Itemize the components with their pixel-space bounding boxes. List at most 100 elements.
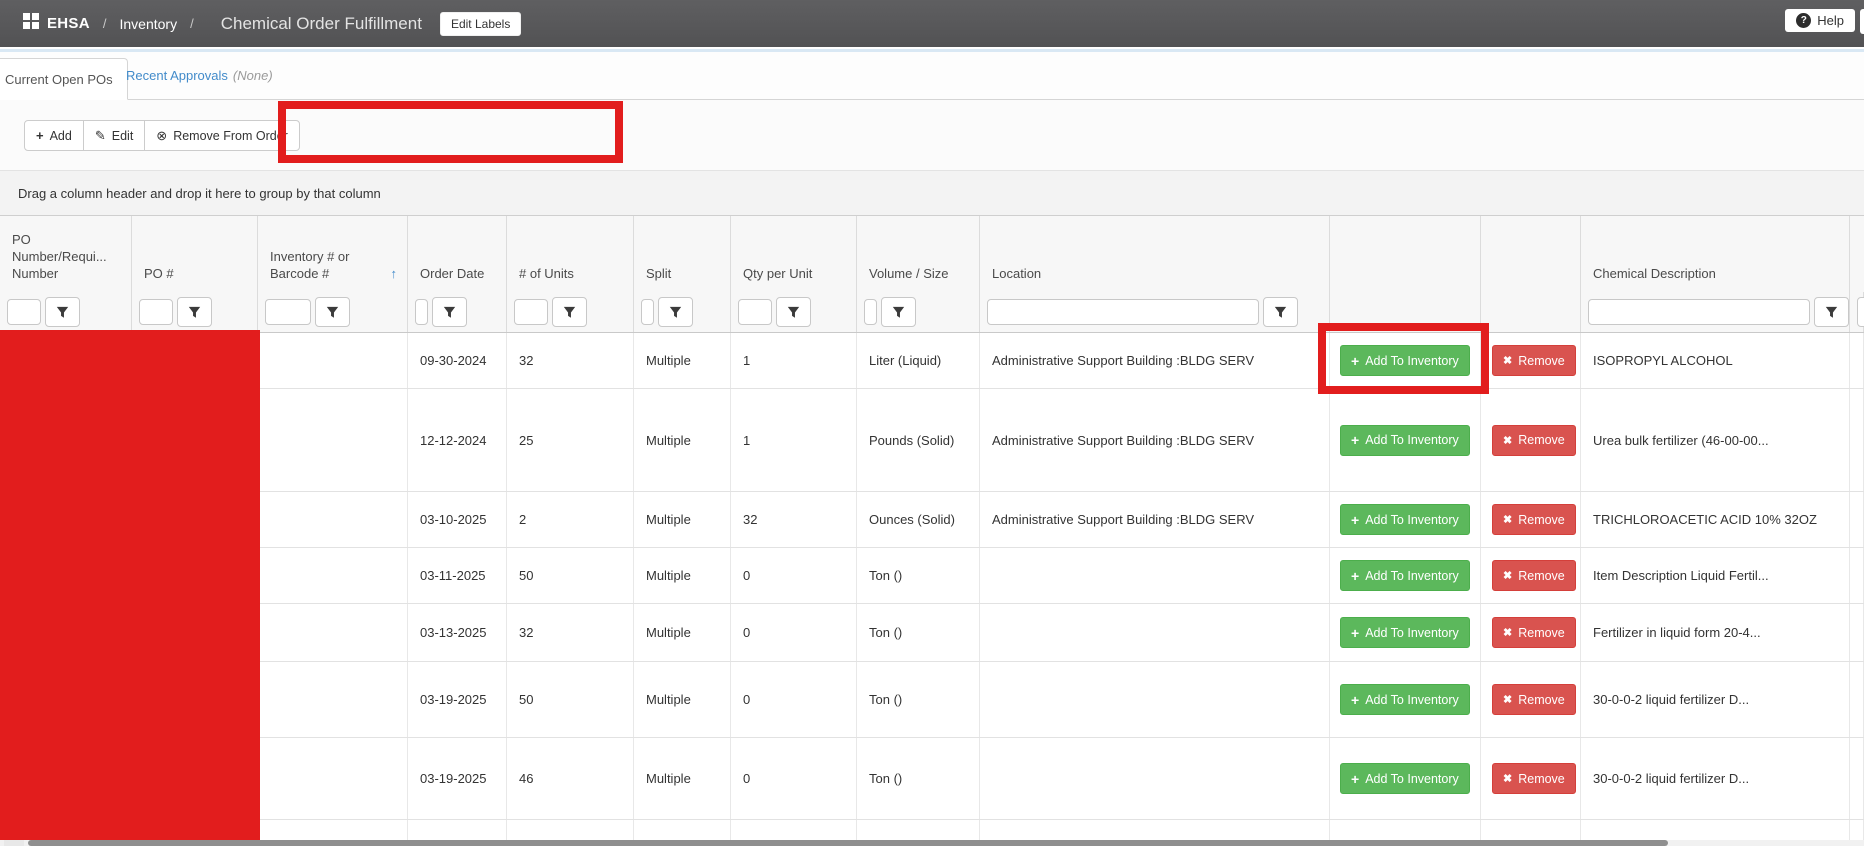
cell-volume-size: Ton () (857, 738, 980, 819)
circle-x-icon: ⊗ (156, 128, 167, 144)
column-header-location[interactable]: Location (980, 216, 1330, 292)
filter-input[interactable] (1588, 299, 1810, 325)
add-to-inventory-button[interactable]: +Add To Inventory (1340, 560, 1470, 591)
table-row[interactable]: 03-10-20252Multiple32Ounces (Solid)Admin… (0, 492, 1864, 548)
column-header-chemical-description[interactable]: Chemical Description (1581, 216, 1850, 292)
remove-button[interactable]: ✖Remove (1492, 617, 1576, 648)
remove-button[interactable]: ✖Remove (1492, 345, 1576, 376)
cell-empty (258, 548, 408, 603)
filter-input[interactable] (987, 299, 1259, 325)
filter-funnel-button[interactable] (315, 297, 350, 327)
cell-empty (1850, 548, 1864, 603)
x-icon: ✖ (1503, 569, 1512, 582)
column-header-inventory-or-barcode[interactable]: Inventory # or Barcode #↑ (258, 216, 408, 292)
cell-empty (507, 820, 634, 840)
table-row[interactable]: 03-19-202550Multiple0Ton ()+Add To Inven… (0, 662, 1864, 738)
remove-button[interactable]: ✖Remove (1492, 684, 1576, 715)
breadcrumb-inventory[interactable]: Inventory (120, 16, 178, 32)
filter-input[interactable] (7, 299, 41, 325)
funnel-icon (1274, 306, 1287, 319)
cell-empty (258, 333, 408, 388)
add-to-inventory-button[interactable]: +Add To Inventory (1340, 345, 1470, 376)
add-button[interactable]: + Add (24, 120, 84, 151)
add-to-inventory-button[interactable]: +Add To Inventory (1340, 504, 1470, 535)
scrollbar-left-arrow[interactable] (4, 840, 24, 846)
filter-cell (1850, 292, 1864, 332)
filter-funnel-button[interactable] (658, 297, 693, 327)
edit-button[interactable]: ✎ Edit (83, 120, 145, 151)
column-header-of-units[interactable]: # of Units (507, 216, 634, 292)
breadcrumb-separator: / (190, 16, 194, 31)
add-to-inventory-button[interactable]: +Add To Inventory (1340, 425, 1470, 456)
help-button[interactable]: ? Help (1785, 9, 1855, 32)
cell-empty (258, 738, 408, 819)
cell-empty: +Add To Inventory (1330, 389, 1481, 491)
toolbar-button-group: + Add ✎ Edit ⊗ Remove From Order (24, 120, 300, 151)
filter-input[interactable] (738, 299, 772, 325)
filter-input[interactable] (265, 299, 311, 325)
cell-empty (1850, 820, 1864, 840)
filter-funnel-button[interactable] (1814, 297, 1849, 327)
cell-empty (408, 820, 507, 840)
filter-funnel-button[interactable] (45, 297, 80, 327)
edit-labels-button[interactable]: Edit Labels (440, 12, 521, 36)
cell-empty (634, 820, 731, 840)
remove-button[interactable]: ✖Remove (1492, 425, 1576, 456)
x-icon: ✖ (1503, 693, 1512, 706)
remove-button[interactable]: ✖Remove (1492, 763, 1576, 794)
cell-empty: +Add To Inventory (1330, 492, 1481, 547)
column-header-qty-per-unit[interactable]: Qty per Unit (731, 216, 857, 292)
filter-input[interactable] (415, 299, 428, 325)
table-row[interactable]: 09-30-202432Multiple1Liter (Liquid)Admin… (0, 333, 1864, 389)
column-header-split[interactable]: Split (634, 216, 731, 292)
column-header-po-number-requi-number[interactable]: PO Number/Requi... Number (0, 216, 132, 292)
filter-funnel-button[interactable] (881, 297, 916, 327)
cell-empty (258, 662, 408, 737)
filter-input[interactable] (139, 299, 173, 325)
tab-current-open-pos[interactable]: Current Open POs (0, 58, 128, 100)
cell-empty (857, 820, 980, 840)
filter-input[interactable] (864, 299, 877, 325)
funnel-icon (563, 306, 576, 319)
cell-location: Administrative Support Building :BLDG SE… (980, 492, 1330, 547)
x-icon: ✖ (1503, 513, 1512, 526)
cell-qty-per-unit: 32 (731, 492, 857, 547)
column-header-volume-size[interactable]: Volume / Size (857, 216, 980, 292)
filter-funnel-button[interactable] (177, 297, 212, 327)
cell-units: 32 (507, 604, 634, 661)
funnel-icon (56, 306, 69, 319)
brand[interactable]: EHSA (23, 13, 90, 34)
cell-split: Multiple (634, 738, 731, 819)
filter-funnel-button[interactable] (552, 297, 587, 327)
horizontal-scrollbar[interactable] (0, 840, 1864, 846)
filter-funnel-button[interactable] (1263, 297, 1298, 327)
cell-units: 50 (507, 548, 634, 603)
filter-funnel-button[interactable] (776, 297, 811, 327)
column-header-po[interactable]: PO # (132, 216, 258, 292)
cell-order-date: 03-19-2025 (408, 662, 507, 737)
table-row[interactable]: 03-11-202550Multiple0Ton ()+Add To Inven… (0, 548, 1864, 604)
cell-split: Multiple (634, 662, 731, 737)
table-row[interactable]: 03-19-202546Multiple0Ton ()+Add To Inven… (0, 738, 1864, 820)
filter-input[interactable] (514, 299, 548, 325)
table-row[interactable]: 12-12-202425Multiple1Pounds (Solid)Admin… (0, 389, 1864, 492)
filter-cell (132, 292, 258, 332)
cell-volume-size: Pounds (Solid) (857, 389, 980, 491)
filter-input[interactable] (641, 299, 654, 325)
scrollbar-thumb[interactable] (28, 840, 1668, 846)
tab-recent-approvals-count: (None) (233, 68, 273, 83)
cell-units: 32 (507, 333, 634, 388)
column-header-order-date[interactable]: Order Date (408, 216, 507, 292)
remove-button[interactable]: ✖Remove (1492, 560, 1576, 591)
table-row[interactable]: 03-13-202532Multiple0Ton ()+Add To Inven… (0, 604, 1864, 662)
add-to-inventory-button[interactable]: +Add To Inventory (1340, 684, 1470, 715)
add-to-inventory-button[interactable]: +Add To Inventory (1340, 617, 1470, 648)
filter-funnel-button[interactable] (432, 297, 467, 327)
remove-button[interactable]: ✖Remove (1492, 504, 1576, 535)
tab-recent-approvals[interactable]: Recent Approvals (None) (126, 52, 273, 99)
remove-from-order-button[interactable]: ⊗ Remove From Order (144, 120, 300, 151)
add-to-inventory-button[interactable]: +Add To Inventory (1340, 763, 1470, 794)
filter-funnel-button[interactable] (1857, 297, 1864, 327)
help-icon: ? (1796, 13, 1811, 28)
app-window: EHSA / Inventory / Chemical Order Fulfil… (0, 0, 1864, 846)
